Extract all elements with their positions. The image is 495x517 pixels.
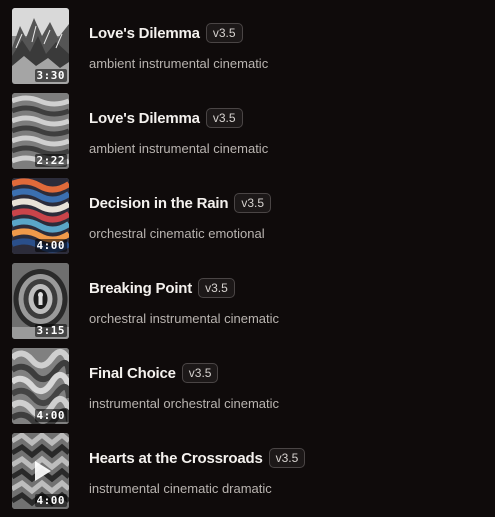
song-thumbnail[interactable]: 3:15 (12, 263, 69, 339)
song-thumbnail[interactable]: 2:22 (12, 93, 69, 169)
title-line: Love's Dilemma v3.5 (89, 107, 243, 129)
duration-label: 4:00 (34, 239, 67, 252)
title-line: Love's Dilemma v3.5 (89, 22, 243, 44)
version-badge: v3.5 (234, 193, 272, 213)
song-row[interactable]: 4:00 Decision in the Rain v3.5 orchestra… (0, 172, 495, 254)
song-title[interactable]: Love's Dilemma (89, 25, 200, 42)
duration-label: 2:22 (34, 154, 67, 167)
duration-label: 4:00 (34, 494, 67, 507)
title-line: Decision in the Rain v3.5 (89, 192, 272, 214)
duration-label: 3:30 (34, 69, 67, 82)
duration-label: 3:15 (34, 324, 67, 337)
song-row[interactable]: 4:00 Final Choice v3.5 instrumental orch… (0, 342, 495, 424)
song-tags: instrumental cinematic dramatic (89, 481, 272, 496)
song-row[interactable]: 3:15 Breaking Point v3.5 orchestral inst… (0, 257, 495, 339)
song-tags: instrumental orchestral cinematic (89, 396, 280, 411)
song-title[interactable]: Hearts at the Crossroads (89, 450, 263, 467)
song-tags: orchestral cinematic emotional (89, 226, 265, 241)
duration-label: 4:00 (34, 409, 67, 422)
song-title[interactable]: Love's Dilemma (89, 110, 200, 127)
song-tags: orchestral instrumental cinematic (89, 311, 280, 326)
song-thumbnail[interactable]: 4:00 (12, 348, 69, 424)
song-row[interactable]: 2:22 Love's Dilemma v3.5 ambient instrum… (0, 87, 495, 169)
title-line: Final Choice v3.5 (89, 362, 219, 384)
song-title[interactable]: Decision in the Rain (89, 195, 229, 212)
song-title[interactable]: Final Choice (89, 365, 176, 382)
play-icon (34, 461, 51, 481)
song-thumbnail[interactable]: 4:00 (12, 433, 69, 509)
song-title[interactable]: Breaking Point (89, 280, 192, 297)
version-badge: v3.5 (198, 278, 235, 298)
version-badge: v3.5 (181, 363, 219, 383)
song-thumbnail[interactable]: 4:00 (12, 178, 69, 254)
version-badge: v3.5 (205, 23, 243, 43)
title-line: Breaking Point v3.5 (89, 277, 235, 299)
song-list: 3:30 Love's Dilemma v3.5 ambient instrum… (0, 0, 495, 517)
version-badge: v3.5 (268, 448, 306, 468)
title-line: Hearts at the Crossroads v3.5 (89, 447, 306, 469)
song-tags: ambient instrumental cinematic (89, 56, 269, 71)
song-row[interactable]: 4:00 Hearts at the Crossroads v3.5 instr… (0, 427, 495, 509)
song-row[interactable]: 3:30 Love's Dilemma v3.5 ambient instrum… (0, 2, 495, 84)
song-tags: ambient instrumental cinematic (89, 141, 269, 156)
version-badge: v3.5 (205, 108, 243, 128)
song-thumbnail[interactable]: 3:30 (12, 8, 69, 84)
